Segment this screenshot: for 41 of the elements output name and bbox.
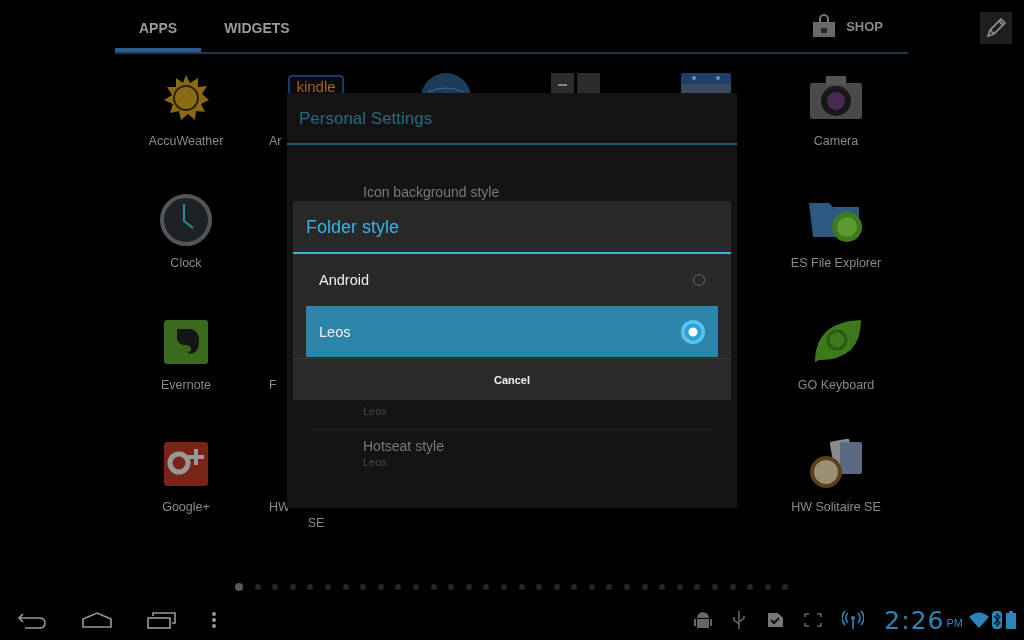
tab[interactable]: APPS [115, 0, 201, 52]
option-row[interactable]: Leos [306, 306, 718, 358]
app-label[interactable]: Camera [813, 133, 859, 149]
clock-time[interactable]: 2:26 [884, 605, 945, 635]
elephant-icon[interactable] [163, 319, 209, 365]
tab[interactable]: WIDGETS [201, 0, 313, 52]
recent-apps-icon[interactable] [147, 611, 177, 629]
app-label[interactable]: AccuWeather [148, 133, 224, 149]
app-label[interactable]: Ar [251, 133, 282, 149]
bluetooth-icon[interactable] [992, 611, 1002, 629]
radio-button[interactable] [681, 319, 705, 344]
app-label[interactable]: Evernote [161, 377, 211, 393]
app-label[interactable]: Google+ [162, 499, 210, 515]
app-label[interactable]: Clock [170, 255, 202, 271]
signal-icon[interactable] [842, 610, 865, 630]
menu-icon[interactable] [211, 611, 217, 629]
screenshot-icon[interactable] [804, 612, 823, 628]
edit-button[interactable] [980, 12, 1012, 44]
google-plus-icon[interactable] [163, 441, 209, 487]
dialog-title: Personal Settings [287, 93, 737, 145]
android-icon[interactable] [694, 610, 713, 630]
wifi-icon[interactable] [969, 612, 989, 628]
shopping-bag-icon [812, 14, 837, 38]
clock-period[interactable]: PM [946, 617, 963, 629]
dialog-title: Folder style [293, 201, 731, 254]
clock-icon[interactable] [159, 193, 213, 247]
back-icon[interactable] [17, 611, 47, 629]
setting-title[interactable]: Icon background style [363, 183, 712, 201]
app-label[interactable]: SE [307, 515, 325, 531]
check-badge-icon[interactable] [766, 611, 785, 629]
option-label: Android [319, 271, 369, 288]
app-label[interactable]: F [251, 377, 277, 393]
battery-icon[interactable] [1006, 611, 1016, 629]
app-label[interactable]: ES File Explorer [790, 255, 882, 271]
app-label[interactable]: GO Keyboard [797, 377, 875, 393]
usb-icon[interactable] [732, 610, 747, 630]
home-icon[interactable] [81, 611, 113, 629]
app-label[interactable]: HW Solitaire SE [791, 499, 881, 515]
option-label: Leos [319, 323, 351, 340]
setting-title[interactable]: Hotseat style [363, 437, 712, 455]
shop-button[interactable]: SHOP [846, 18, 883, 34]
